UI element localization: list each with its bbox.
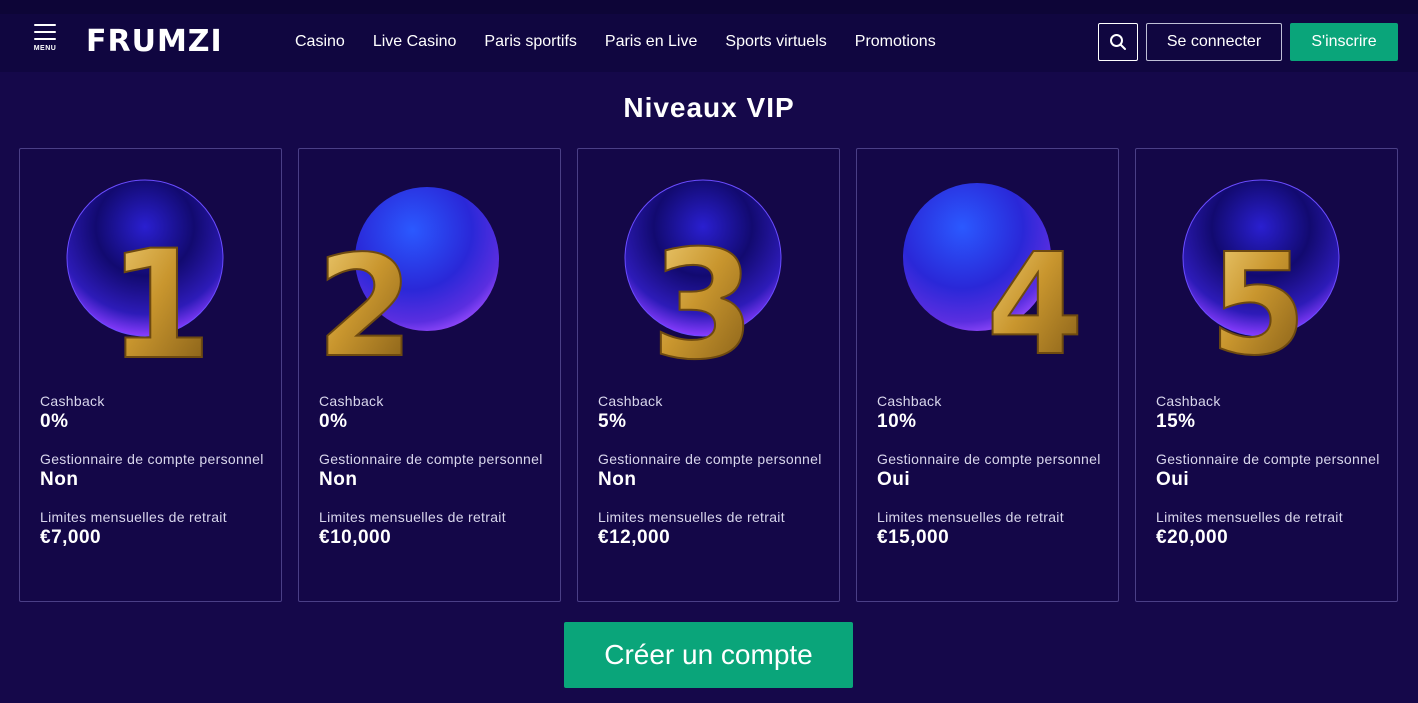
vip-level-card: 3 Cashback 5% Gestionnaire de compte per…: [577, 148, 840, 602]
cashback-label: Cashback: [598, 393, 663, 409]
cashback-value: 15%: [1156, 411, 1196, 432]
level-1-badge-icon: 1: [66, 179, 224, 369]
nav-sports-virtuels[interactable]: Sports virtuels: [725, 32, 826, 52]
login-button[interactable]: Se connecter: [1146, 23, 1282, 61]
cashback-label: Cashback: [1156, 393, 1221, 409]
limit-label: Limites mensuelles de retrait: [319, 509, 506, 525]
level-5-badge-icon: 5: [1182, 179, 1340, 369]
menu-label: MENU: [33, 45, 57, 52]
svg-text:1: 1: [108, 219, 212, 369]
limit-value: €15,000: [877, 527, 950, 548]
nav-live-casino[interactable]: Live Casino: [373, 32, 457, 52]
search-icon: [1110, 34, 1126, 50]
level-4-badge-icon: 4: [903, 183, 1085, 369]
logo-text: FRUMZI: [86, 24, 223, 59]
svg-text:4: 4: [986, 224, 1083, 369]
vip-levels: 1 Cashback 0% Gestionnaire de compte per…: [19, 148, 1398, 602]
manager-label: Gestionnaire de compte personnel: [598, 451, 822, 467]
cashback-label: Cashback: [319, 393, 384, 409]
vip-level-card: 5 Cashback 15% Gestionnaire de compte pe…: [1135, 148, 1398, 602]
limit-value: €10,000: [319, 527, 392, 548]
manager-label: Gestionnaire de compte personnel: [1156, 451, 1380, 467]
limit-label: Limites mensuelles de retrait: [1156, 509, 1343, 525]
search-button[interactable]: [1098, 23, 1138, 61]
svg-text:2: 2: [316, 226, 413, 369]
limit-value: €12,000: [598, 527, 671, 548]
top-strip: [0, 0, 1418, 14]
limit-label: Limites mensuelles de retrait: [40, 509, 227, 525]
cashback-value: 0%: [319, 411, 348, 432]
nav-paris-en-live[interactable]: Paris en Live: [605, 32, 698, 52]
limit-label: Limites mensuelles de retrait: [877, 509, 1064, 525]
vip-level-card: 4 Cashback 10% Gestionnaire de compte pe…: [856, 148, 1119, 602]
manager-value: Non: [598, 469, 637, 490]
cashback-value: 5%: [598, 411, 627, 432]
menu-button[interactable]: MENU: [32, 18, 58, 58]
cashback-label: Cashback: [877, 393, 942, 409]
level-3-badge-icon: 3: [624, 179, 782, 369]
nav-casino[interactable]: Casino: [295, 32, 345, 52]
manager-label: Gestionnaire de compte personnel: [877, 451, 1101, 467]
manager-value: Oui: [877, 469, 911, 490]
cashback-label: Cashback: [40, 393, 105, 409]
create-account-button[interactable]: Créer un compte: [564, 622, 853, 688]
cashback-value: 0%: [40, 411, 69, 432]
site-header: MENU FRUMZI Casino Live Casino Paris spo…: [0, 14, 1418, 72]
svg-text:3: 3: [651, 219, 755, 369]
manager-value: Oui: [1156, 469, 1190, 490]
hamburger-icon: [32, 18, 58, 40]
limit-value: €20,000: [1156, 527, 1229, 548]
manager-value: Non: [40, 469, 79, 490]
manager-label: Gestionnaire de compte personnel: [319, 451, 543, 467]
limit-value: €7,000: [40, 527, 102, 548]
nav-promotions[interactable]: Promotions: [855, 32, 936, 52]
nav-paris-sportifs[interactable]: Paris sportifs: [484, 32, 576, 52]
svg-text:5: 5: [1209, 224, 1306, 369]
vip-level-card: 1 Cashback 0% Gestionnaire de compte per…: [19, 148, 282, 602]
manager-value: Non: [319, 469, 358, 490]
signup-button[interactable]: S'inscrire: [1290, 23, 1398, 61]
page-title: Niveaux VIP: [623, 92, 795, 123]
site-logo[interactable]: FRUMZI: [86, 26, 223, 58]
cashback-value: 10%: [877, 411, 917, 432]
manager-label: Gestionnaire de compte personnel: [40, 451, 264, 467]
level-2-badge-icon: 2: [315, 187, 499, 369]
main-nav: Casino Live Casino Paris sportifs Paris …: [295, 32, 964, 52]
vip-level-card: 2 Cashback 0% Gestionnaire de compte per…: [298, 148, 561, 602]
limit-label: Limites mensuelles de retrait: [598, 509, 785, 525]
